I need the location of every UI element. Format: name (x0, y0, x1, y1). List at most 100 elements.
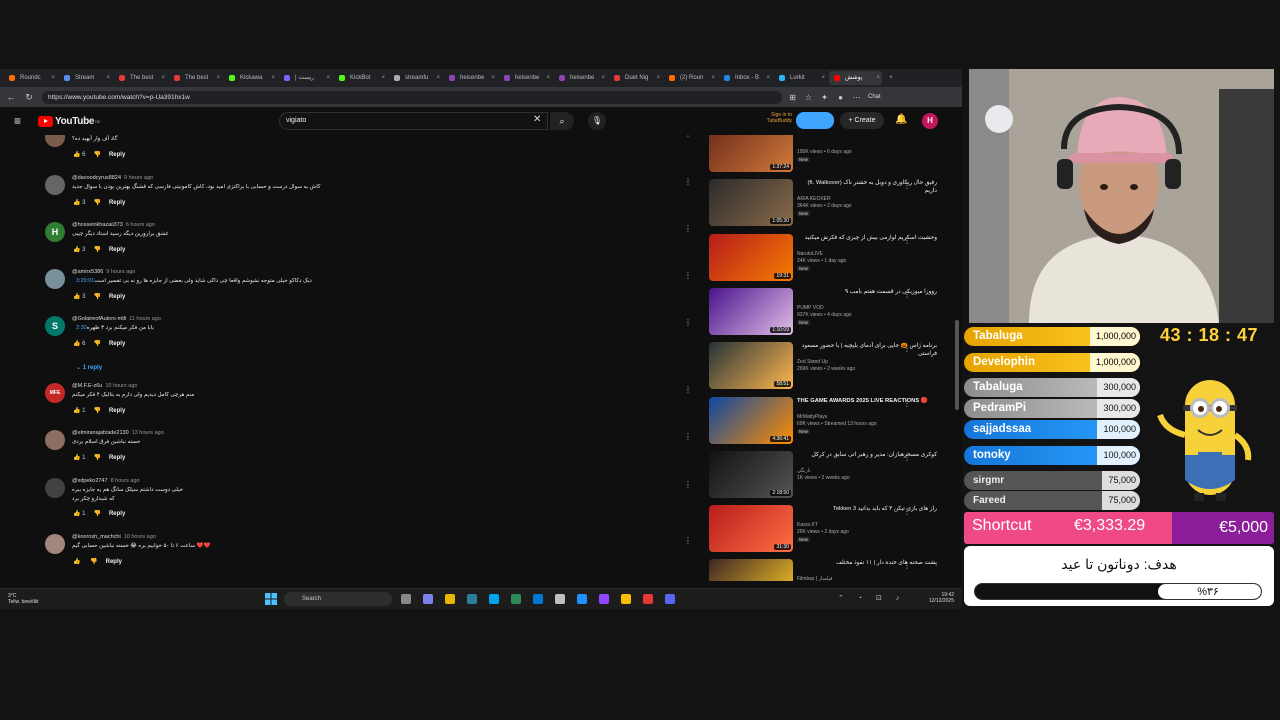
video-more-icon[interactable]: ⋮ (903, 453, 911, 462)
browser-tab[interactable]: پوشش × (829, 71, 882, 85)
like-button[interactable]: 👍 (73, 559, 82, 565)
related-video-card[interactable]: 1:37:24 195K views • 6 days ago New ⋮ (709, 135, 949, 179)
related-video-card[interactable]: 31:30 Tekken 3 راز های بازی تیکن ۳ که بای… (709, 505, 949, 559)
new-tab-icon[interactable]: + (884, 71, 898, 85)
search-button[interactable]: ⌕ (550, 112, 574, 130)
profile-icon[interactable]: ● (835, 92, 846, 103)
install-icon[interactable]: ⊞ (787, 92, 798, 103)
close-tab-icon[interactable]: × (161, 71, 165, 85)
comment-time[interactable]: 6 hours ago (126, 222, 155, 228)
dislike-icon[interactable]: 👎 (93, 341, 100, 347)
commenter-avatar[interactable]: MFE (45, 383, 65, 403)
like-button[interactable]: 👍 6 (73, 341, 85, 347)
comment-time[interactable]: 13 hours ago (132, 430, 164, 436)
comment-more-icon[interactable]: ⋮ (684, 271, 692, 280)
close-tab-icon[interactable]: × (271, 71, 275, 85)
reply-button[interactable]: Reply (106, 559, 122, 565)
video-channel[interactable]: PUMP VOD (797, 305, 824, 311)
commenter-avatar[interactable] (45, 430, 65, 450)
edge-icon[interactable] (489, 594, 499, 604)
hamburger-menu-icon[interactable]: ≡ (14, 114, 28, 128)
video-title[interactable]: Tekken 3 راز های بازی تیکن ۳ که باید بدا… (797, 505, 937, 513)
video-title[interactable]: برنامه ژاس 🎃 جایی برای آدمای بلیچیه | با… (797, 342, 937, 358)
browser-tab[interactable]: KickBot × (334, 71, 387, 85)
related-video-card[interactable]: 4:36:41 THE GAME AWARDS 2025 LIVE REACTIO… (709, 396, 949, 451)
close-tab-icon[interactable]: × (381, 71, 385, 85)
comment-timestamp-link[interactable]: 2:30 (76, 325, 87, 331)
dislike-icon[interactable]: 👎 (90, 559, 97, 565)
video-thumbnail[interactable]: 2:18:50 (709, 450, 793, 498)
comment-timestamp-link[interactable]: 3:29:01 (76, 278, 94, 284)
comment-more-icon[interactable]: ⋮ (684, 432, 692, 441)
voice-search-icon[interactable]: 🎙 (588, 112, 606, 130)
related-video-card[interactable]: 1:05:30 (ft. Walkover) رفیق حال ریکاوری و… (709, 179, 949, 233)
related-video-card[interactable]: 29:03 پشت صحنه های خنده دار | ۱۱ نفوذ مخت… (709, 559, 949, 581)
dislike-icon[interactable]: 👎 (93, 455, 100, 461)
author-handle[interactable]: @koorosh_machchi (72, 534, 121, 540)
reply-button[interactable]: Reply (109, 455, 125, 461)
chrome-icon[interactable] (621, 594, 631, 604)
weather-widget[interactable]: 3°C Teilw. bewölkt (8, 593, 39, 605)
comment-author[interactable]: @GolaireofAutors-mtli 11 hours ago (72, 316, 161, 322)
video-channel[interactable]: MrMattyPlays (797, 414, 827, 420)
opera-icon[interactable] (643, 594, 653, 604)
author-handle[interactable]: @amirx5386 (72, 269, 103, 275)
related-video-card[interactable]: 58:51 برنامه ژاس 🎃 جایی برای آدمای بلیچیه… (709, 342, 949, 396)
browser-tab[interactable]: | ریست × (279, 71, 332, 85)
taskbar-search[interactable]: Search (284, 592, 392, 606)
video-more-icon[interactable]: ⋮ (903, 181, 911, 190)
video-more-icon[interactable]: ⋮ (903, 290, 911, 299)
reply-button[interactable]: Reply (109, 200, 125, 206)
comment-time[interactable]: 11 hours ago (129, 316, 161, 322)
comment-author[interactable]: @hosseinkhazaii373 6 hours ago (72, 222, 155, 228)
system-tray[interactable]: ⌃ ◔ ⊡ ♪ (838, 594, 905, 602)
extensions-icon[interactable]: ✦ (819, 92, 830, 103)
commenter-avatar[interactable]: H (45, 222, 65, 242)
dislike-icon[interactable]: 👎 (93, 294, 100, 300)
teams-icon[interactable] (423, 594, 433, 604)
browser-tab[interactable]: heisenbe × (554, 71, 607, 85)
close-tab-icon[interactable]: × (876, 71, 880, 85)
video-more-icon[interactable]: ⋮ (903, 507, 911, 516)
view-replies-button[interactable]: ⌄ 1 reply (76, 364, 102, 371)
account-avatar[interactable]: H (922, 113, 938, 129)
video-more-icon[interactable]: ⋮ (903, 236, 911, 245)
browser-tab[interactable]: The best × (169, 71, 222, 85)
back-icon[interactable]: ← (4, 90, 18, 104)
comment-time[interactable]: 9 hours ago (124, 175, 153, 181)
related-video-card[interactable]: 2:18:50 کوکری مسخرهبازان: مدیر و رهبر اتی… (709, 450, 949, 505)
close-tab-icon[interactable]: × (766, 71, 770, 85)
author-handle[interactable]: @xdpeko2747 (72, 478, 108, 484)
outlook-icon[interactable] (533, 594, 543, 604)
browser-tab[interactable]: Stream × (59, 71, 112, 85)
close-tab-icon[interactable]: × (51, 71, 55, 85)
scrollbar[interactable] (955, 320, 959, 410)
commenter-avatar[interactable] (45, 135, 65, 147)
clear-search-icon[interactable]: ✕ (533, 114, 541, 125)
related-video-card[interactable]: 19:31 وحشیت اسکریم لوازمی بیش از چیزی که … (709, 233, 949, 288)
browser-tab[interactable]: Lurkit × (774, 71, 827, 85)
task-view-icon[interactable] (401, 594, 411, 604)
video-thumbnail[interactable]: 1:37:24 (709, 135, 793, 172)
discord-icon[interactable] (665, 594, 675, 604)
comment-more-icon[interactable]: ⋮ (684, 385, 692, 394)
close-tab-icon[interactable]: × (436, 71, 440, 85)
comment-time[interactable]: 8 hours ago (111, 478, 140, 484)
commenter-avatar[interactable] (45, 534, 65, 554)
video-more-icon[interactable]: ⋮ (903, 344, 911, 353)
related-video-card[interactable]: 1:10:09 رووزا میوزیکی در قسمت هفتم بامب ۹… (709, 287, 949, 342)
vscode-icon[interactable] (577, 594, 587, 604)
video-more-icon[interactable]: ⋮ (903, 561, 911, 570)
like-button[interactable]: 👍 3 (73, 294, 85, 300)
dislike-icon[interactable]: 👎 (93, 200, 100, 206)
browser-tab[interactable]: Duet Nig × (609, 71, 662, 85)
chat-button[interactable]: Chat (868, 94, 881, 100)
browser-tab[interactable]: Roundc × (4, 71, 57, 85)
author-handle[interactable]: @elmiranajafzade2130 (72, 430, 129, 436)
dislike-icon[interactable]: 👎 (93, 511, 100, 517)
close-tab-icon[interactable]: × (821, 71, 825, 85)
browser-tab[interactable]: heisenbe × (444, 71, 497, 85)
author-handle[interactable]: @M.F.E-z6u (72, 383, 102, 389)
commenter-avatar[interactable] (45, 478, 65, 498)
comment-more-icon[interactable]: ⋮ (684, 135, 692, 138)
